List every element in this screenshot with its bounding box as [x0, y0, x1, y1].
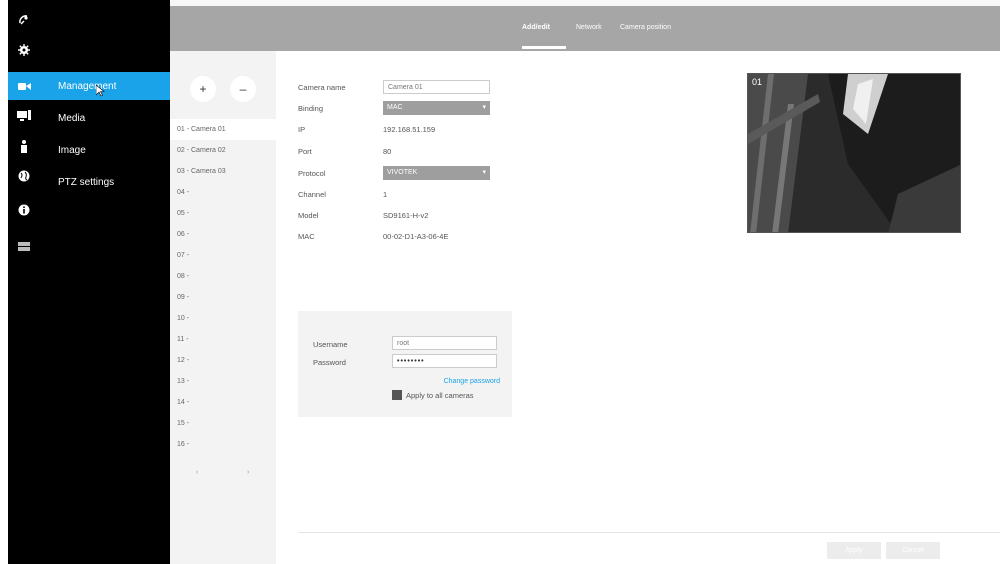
camera-edit-panel: Camera name Camera 01 Binding MAC ▾ IP 1…	[276, 51, 1000, 564]
chevron-down-icon: ▾	[482, 169, 486, 176]
camera-list-item[interactable]: 01 - Camera 01	[170, 119, 276, 140]
username-label: Username	[313, 340, 348, 349]
chevron-down-icon: ▾	[482, 104, 486, 111]
model-label: Model	[298, 211, 319, 220]
tab-network[interactable]: Network	[576, 24, 602, 31]
password-input[interactable]: ••••••••	[392, 354, 497, 368]
ip-label: IP	[298, 125, 306, 134]
username-input[interactable]: root	[392, 336, 497, 350]
divider	[298, 532, 1000, 533]
monitor-icon[interactable]	[8, 102, 40, 130]
camera-list-item[interactable]: 05 -	[170, 203, 276, 224]
gear-icon[interactable]	[8, 36, 40, 64]
channel-value: 1	[383, 190, 388, 199]
tab-add-edit[interactable]: Add/edit	[522, 24, 550, 31]
remove-camera-button[interactable]: –	[230, 76, 256, 102]
camera-name-label: Camera name	[298, 83, 346, 92]
port-value: 80	[383, 147, 392, 156]
icon-rail	[8, 0, 40, 564]
nav-item-image[interactable]: Image	[40, 136, 170, 164]
active-tab-indicator	[522, 46, 566, 49]
apply-all-label: Apply to all cameras	[406, 391, 474, 400]
camera-list-item[interactable]: 07 -	[170, 245, 276, 266]
nav-item-ptz-settings[interactable]: PTZ settings	[40, 168, 170, 196]
camera-list-item[interactable]: 08 -	[170, 266, 276, 287]
scroll-right-icon[interactable]: ›	[247, 469, 249, 476]
camera-preview: 01	[747, 73, 961, 233]
camera-list-panel: + – 01 - Camera 01 02 - Camera 02 03 - C…	[170, 51, 276, 564]
scroll-left-icon[interactable]: ‹	[196, 469, 198, 476]
preview-caption: 01	[752, 77, 763, 87]
camera-list-item[interactable]: 13 -	[170, 371, 276, 392]
camera-list-item[interactable]: 12 -	[170, 350, 276, 371]
mac-label: MAC	[298, 232, 315, 241]
person-icon[interactable]	[8, 132, 40, 160]
binding-select[interactable]: MAC ▾	[383, 101, 490, 115]
protocol-value: VIVOTEK	[387, 169, 418, 176]
camera-list-item[interactable]: 11 -	[170, 329, 276, 350]
camera-list-item[interactable]: 16 -	[170, 434, 276, 455]
camera-list-item[interactable]: 10 -	[170, 308, 276, 329]
camera-list-item[interactable]: 02 - Camera 02	[170, 140, 276, 161]
port-label: Port	[298, 147, 312, 156]
protocol-label: Protocol	[298, 169, 326, 178]
tab-camera-position[interactable]: Camera position	[620, 24, 671, 31]
globe-icon[interactable]	[8, 162, 40, 190]
cancel-button[interactable]: Cancel	[886, 542, 940, 559]
camera-list-item[interactable]: 03 - Camera 03	[170, 161, 276, 182]
binding-label: Binding	[298, 104, 324, 113]
ip-value: 192.168.51.159	[383, 125, 436, 134]
apply-all-checkbox[interactable]	[392, 390, 402, 400]
camera-list-item[interactable]: 09 -	[170, 287, 276, 308]
model-value: SD9161-H-v2	[383, 211, 429, 220]
camera-list-item[interactable]: 04 -	[170, 182, 276, 203]
settings-nav: Management Media Image PTZ settings	[40, 0, 170, 564]
password-label: Password	[313, 358, 346, 367]
nav-item-media[interactable]: Media	[40, 104, 170, 132]
protocol-select[interactable]: VIVOTEK ▾	[383, 166, 490, 180]
camera-list-item[interactable]: 15 -	[170, 413, 276, 434]
server-icon[interactable]	[8, 232, 40, 260]
credentials-panel: Username root Password •••••••• Change p…	[298, 311, 512, 417]
mouse-cursor-icon	[96, 85, 105, 97]
camera-list-item[interactable]: 06 -	[170, 224, 276, 245]
video-camera-icon[interactable]	[8, 72, 40, 100]
channel-label: Channel	[298, 190, 326, 199]
add-camera-button[interactable]: +	[190, 76, 216, 102]
binding-value: MAC	[387, 104, 403, 111]
camera-list: 01 - Camera 01 02 - Camera 02 03 - Camer…	[170, 119, 276, 455]
satellite-dish-icon[interactable]	[8, 6, 40, 34]
info-icon[interactable]	[8, 196, 40, 224]
camera-name-input[interactable]: Camera 01	[383, 80, 490, 94]
camera-list-item[interactable]: 14 -	[170, 392, 276, 413]
apply-button[interactable]: Apply	[827, 542, 881, 559]
mac-value: 00-02-D1-A3-06-4E	[383, 232, 449, 241]
top-tab-bar: Add/edit Network Camera position	[170, 6, 1000, 51]
change-password-link[interactable]: Change password	[444, 378, 500, 385]
camera-feed-image	[748, 74, 960, 232]
